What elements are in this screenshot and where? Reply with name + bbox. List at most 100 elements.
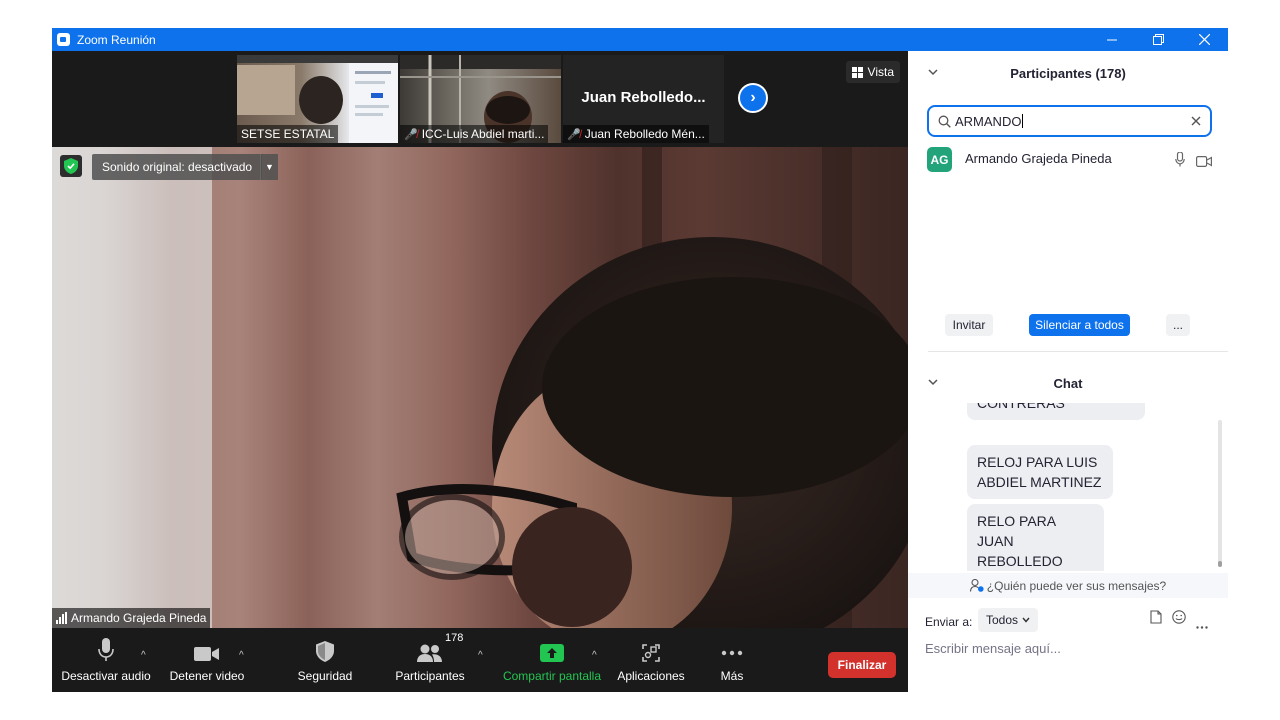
share-screen-button[interactable]: Compartir pantalla	[500, 628, 604, 692]
minimize-button[interactable]	[1089, 28, 1135, 51]
shield-icon	[316, 641, 334, 662]
speaker-name-label: Armando Grajeda Pineda	[52, 608, 211, 628]
gallery-thumb[interactable]: Juan Rebolledo... 🎤̸ Juan Rebolledo Mén.…	[563, 55, 724, 143]
close-window-button[interactable]	[1181, 28, 1227, 51]
collapse-chat-button[interactable]	[928, 377, 938, 389]
chat-message: CONTRERAS	[967, 403, 1145, 420]
file-icon	[1150, 610, 1162, 624]
search-icon	[938, 115, 951, 128]
chat-header: Chat	[908, 363, 1228, 403]
security-button[interactable]: Seguridad	[290, 628, 360, 692]
video-area: SETSE ESTATAL 🎤̸ ICC-Luis Abdiel marti..…	[52, 51, 908, 628]
collapse-participants-button[interactable]	[928, 67, 938, 79]
next-page-button[interactable]: ›	[738, 83, 768, 113]
encryption-shield-button[interactable]	[60, 155, 82, 177]
emoji-button[interactable]	[1172, 610, 1186, 629]
participant-name: Armando Grajeda Pineda	[965, 151, 1112, 166]
mic-muted-icon: 🎤̸	[404, 128, 418, 141]
thumb-name: 🎤̸ ICC-Luis Abdiel marti...	[400, 125, 549, 143]
chevron-down-icon	[1022, 617, 1030, 623]
chevron-down-icon: ▼	[265, 162, 274, 172]
gallery-strip: SETSE ESTATAL 🎤̸ ICC-Luis Abdiel marti..…	[52, 51, 908, 147]
restore-icon	[1152, 34, 1164, 45]
speaker-video-image	[52, 147, 908, 628]
scrollbar-thumb[interactable]	[1218, 561, 1222, 567]
message-visibility-info[interactable]: ¿Quién puede ver sus mensajes?	[908, 573, 1228, 598]
chat-more-button[interactable]	[1196, 616, 1208, 634]
active-speaker-video: Sonido original: desactivado ▼ Armando G…	[52, 147, 908, 628]
invite-button[interactable]: Invitar	[945, 314, 993, 336]
gallery-thumb[interactable]: 🎤̸ ICC-Luis Abdiel marti...	[400, 55, 561, 143]
participants-count: 178	[445, 632, 464, 644]
participants-header: Participantes (178)	[908, 51, 1228, 95]
mic-muted-icon: 🎤̸	[567, 128, 581, 141]
chevron-up-icon: ^	[478, 650, 483, 661]
participants-title: Participantes (178)	[1010, 65, 1126, 81]
attach-file-button[interactable]	[1150, 610, 1162, 629]
apps-icon	[642, 644, 660, 662]
chat-title: Chat	[1053, 375, 1083, 391]
mute-all-button[interactable]: Silenciar a todos	[1029, 314, 1130, 336]
share-options-caret[interactable]: ^	[592, 650, 597, 661]
video-options-caret[interactable]: ^	[239, 650, 244, 661]
view-button[interactable]: Vista	[845, 61, 900, 83]
person-info-icon	[969, 579, 984, 592]
restore-button[interactable]	[1135, 28, 1181, 51]
chevron-up-icon: ^	[592, 650, 597, 661]
thumb-name: 🎤̸ Juan Rebolledo Mén...	[563, 125, 709, 143]
clear-search-button[interactable]	[1191, 114, 1201, 129]
participant-mic-button[interactable]	[1175, 151, 1185, 172]
send-to-dropdown[interactable]: Todos	[978, 608, 1039, 632]
thumb-name: SETSE ESTATAL	[237, 125, 339, 143]
zoom-window: Zoom Reunión SETSE ESTATAL 🎤̸ ICC-Luis A…	[52, 28, 1228, 692]
participants-button[interactable]: 178 Participantes	[392, 628, 468, 692]
video-camera-icon	[194, 647, 219, 661]
original-sound-toggle[interactable]: Sonido original: desactivado	[92, 154, 263, 180]
minimize-icon	[1107, 39, 1117, 40]
chat-scrollbar[interactable]	[1218, 420, 1222, 567]
microphone-icon	[98, 638, 114, 661]
more-button[interactable]: Más	[702, 628, 762, 692]
meeting-toolbar: Desactivar audio ^ Detener video ^ Segur…	[52, 628, 908, 692]
chevron-right-icon: ›	[750, 89, 756, 106]
more-dots-icon	[1196, 626, 1208, 629]
chevron-down-icon	[928, 379, 938, 386]
chat-message: RELO PARA JUAN REBOLLEDO	[967, 504, 1104, 571]
close-icon	[1198, 34, 1210, 45]
participant-search-input[interactable]: ARMANDO	[927, 105, 1212, 137]
microphone-icon	[1175, 151, 1185, 167]
zoom-app-icon	[57, 33, 70, 46]
chevron-up-icon: ^	[141, 650, 146, 661]
shield-check-icon	[64, 158, 78, 174]
grid-view-icon	[851, 66, 863, 78]
end-meeting-button[interactable]: Finalizar	[828, 652, 896, 678]
title-bar: Zoom Reunión	[52, 28, 1228, 51]
avatar: AG	[927, 147, 952, 172]
text-cursor	[1022, 114, 1024, 128]
stop-video-button[interactable]: Detener video	[167, 628, 247, 692]
chat-message-input[interactable]: Escribir mensaje aquí...	[925, 641, 1061, 656]
section-divider	[928, 351, 1228, 352]
original-sound-caret[interactable]: ▼	[260, 154, 278, 180]
audio-options-caret[interactable]: ^	[141, 650, 146, 661]
participants-options-caret[interactable]: ^	[478, 650, 483, 661]
gallery-thumb[interactable]: SETSE ESTATAL	[237, 55, 398, 143]
more-dots-icon	[721, 650, 743, 656]
participant-video-button[interactable]	[1196, 154, 1212, 172]
apps-button[interactable]: Aplicaciones	[614, 628, 688, 692]
chat-message: RELOJ PARA LUIS ABDIEL MARTINEZ	[967, 445, 1113, 499]
participants-icon	[417, 644, 442, 662]
chevron-up-icon: ^	[239, 650, 244, 661]
window-title: Zoom Reunión	[77, 32, 156, 47]
smiley-icon	[1172, 610, 1186, 624]
chevron-down-icon	[928, 69, 938, 76]
mute-audio-button[interactable]: Desactivar audio	[61, 628, 151, 692]
video-camera-icon	[1196, 156, 1212, 168]
thumb-display-name: Juan Rebolledo...	[581, 89, 706, 106]
send-to-label: Enviar a:	[925, 615, 973, 629]
participants-more-button[interactable]: ...	[1166, 314, 1190, 336]
clear-icon	[1191, 116, 1201, 126]
signal-bars-icon	[56, 612, 67, 624]
side-panel: Participantes (178) ARMANDO AG Armando G…	[908, 51, 1228, 692]
chat-messages: CONTRERAS RELOJ PARA LUIS ABDIEL MARTINE…	[908, 403, 1228, 571]
